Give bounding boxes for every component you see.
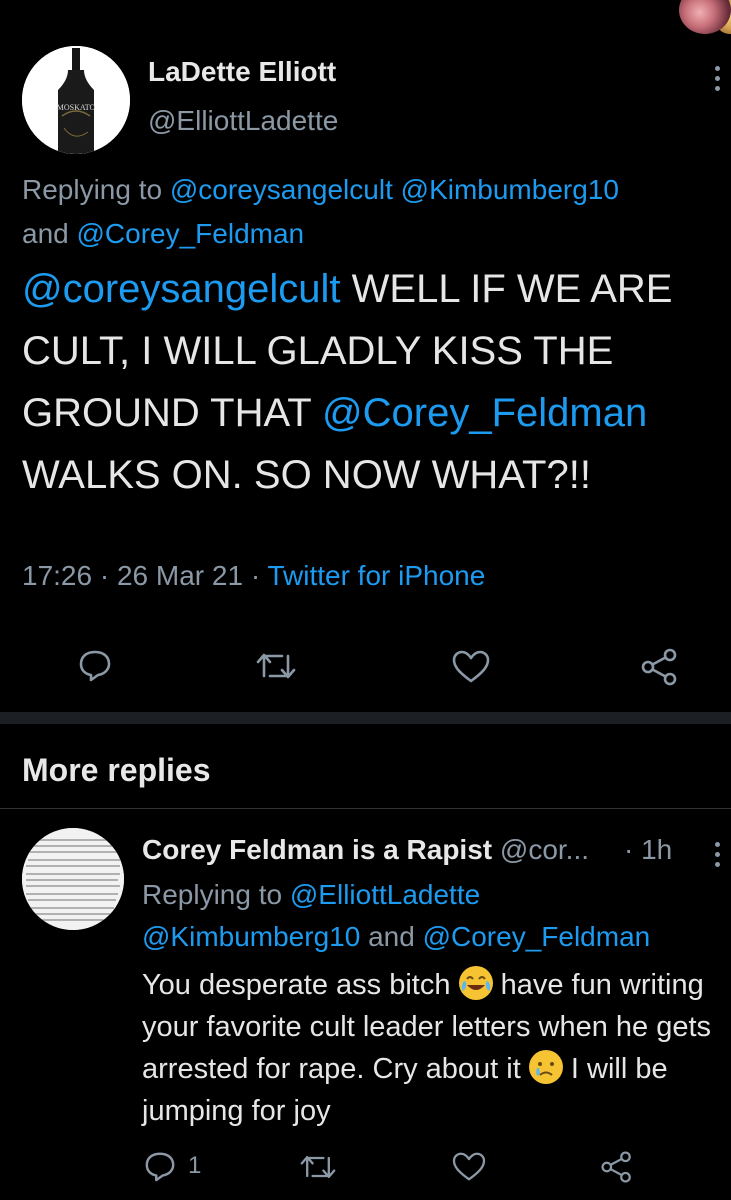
author-avatar[interactable]: MOSKATO [22,46,130,154]
reply-text: You desperate ass bitch have fun writing… [142,964,731,1132]
more-options-icon[interactable] [712,66,722,91]
tweet-text-part: WALKS ON. SO NOW WHAT?!! [22,453,591,497]
reply-more-options-icon[interactable] [712,842,722,867]
crying-face-emoji-icon [528,1050,563,1084]
tweet-detail-screen: MOSKATO LaDette Elliott @ElliottLadette … [0,0,731,1200]
reply-count: 1 [188,1152,202,1179]
author-name[interactable]: LaDette Elliott [148,56,336,88]
replying-prefix: Replying to [142,879,290,910]
tweet-source[interactable]: Twitter for iPhone [267,560,485,591]
mention-link[interactable]: @Kimbumberg10 [142,921,360,952]
tears-of-joy-emoji-icon [458,966,493,1000]
reply-replying-to: Replying to @ElliottLadette @Kimbumberg1… [142,874,722,958]
like-icon[interactable] [452,650,490,684]
mention-link[interactable]: @coreysangelcult [22,267,341,311]
tweet-meta: 17:26 · 26 Mar 21 · Twitter for iPhone [22,560,486,591]
share-icon[interactable] [600,1150,634,1184]
mention-link[interactable]: @ElliottLadette [290,879,480,910]
author-handle[interactable]: @ElliottLadette [148,105,338,137]
mention-link[interactable]: @Corey_Feldman [322,391,647,435]
mention-link[interactable]: @Corey_Feldman [77,218,305,249]
reply-author-avatar[interactable] [22,828,124,930]
main-tweet: MOSKATO LaDette Elliott @ElliottLadette … [0,0,731,712]
tweet-time: 17:26 [22,560,93,591]
avatar-label: MOSKATO [57,103,96,112]
document-screenshot-icon [22,828,124,930]
row-divider [0,808,731,809]
retweet-icon[interactable] [300,1152,336,1182]
mention-link[interactable]: @Kimbumberg10 [401,174,619,205]
mention-link[interactable]: @Corey_Feldman [423,921,651,952]
reply-time: · 1h [624,834,673,865]
more-replies-heading: More replies [22,752,211,788]
replying-and: and [22,218,77,249]
share-icon[interactable] [640,648,680,686]
retweet-icon[interactable] [256,650,296,682]
mention-link[interactable]: @coreysangelcult [170,174,393,205]
reply-icon[interactable] [144,1150,176,1182]
tweet-date: 26 Mar 21 [116,560,244,591]
reply-text-part: You desperate ass bitch [142,969,459,1001]
replying-and: and [360,921,423,952]
reply-icon[interactable] [78,648,112,682]
replying-to: Replying to @coreysangelcult @Kimbumberg… [22,168,722,256]
reply-author-name[interactable]: Corey Feldman is a Rapist [142,834,492,865]
reply-author-handle[interactable]: @cor... [500,834,589,865]
wine-bottle-icon: MOSKATO [22,46,130,154]
section-divider [0,712,731,724]
tweet-text: @coreysangelcult WELL IF WE ARE CULT, I … [22,258,722,506]
replying-prefix: Replying to [22,174,170,205]
reply-header: Corey Feldman is a Rapist @cor... [142,834,589,866]
like-icon[interactable] [452,1152,486,1182]
